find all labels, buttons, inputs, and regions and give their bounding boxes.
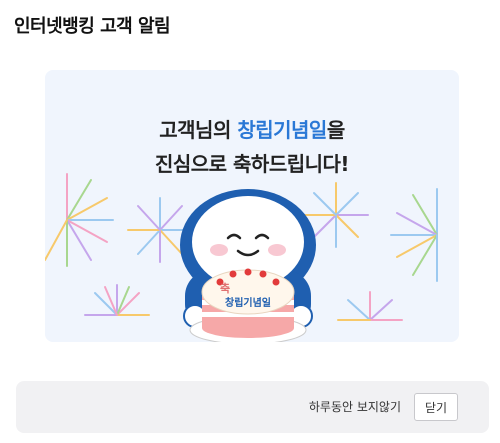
popup-footer: 하루동안 보지않기 닫기 — [16, 381, 489, 433]
hide-today-link[interactable]: 하루동안 보지않기 — [309, 398, 401, 415]
firework-bottom-right-icon — [337, 291, 403, 321]
popup-title: 인터넷뱅킹 고객 알림 — [14, 16, 171, 37]
firework-left-icon — [45, 173, 114, 267]
mascot-illustration: 축 창립기념일 — [45, 173, 438, 342]
firework-bottom-left-icon — [84, 284, 150, 316]
event-banner: 고객님의 창립기념일을 진심으로 축하드립니다! 축 창립기념일 — [45, 70, 459, 342]
cake-char: 축 — [220, 281, 230, 295]
close-button[interactable]: 닫기 — [414, 393, 458, 421]
cake-text: 창립기념일 — [225, 296, 271, 309]
firework-right-icon — [390, 188, 438, 282]
